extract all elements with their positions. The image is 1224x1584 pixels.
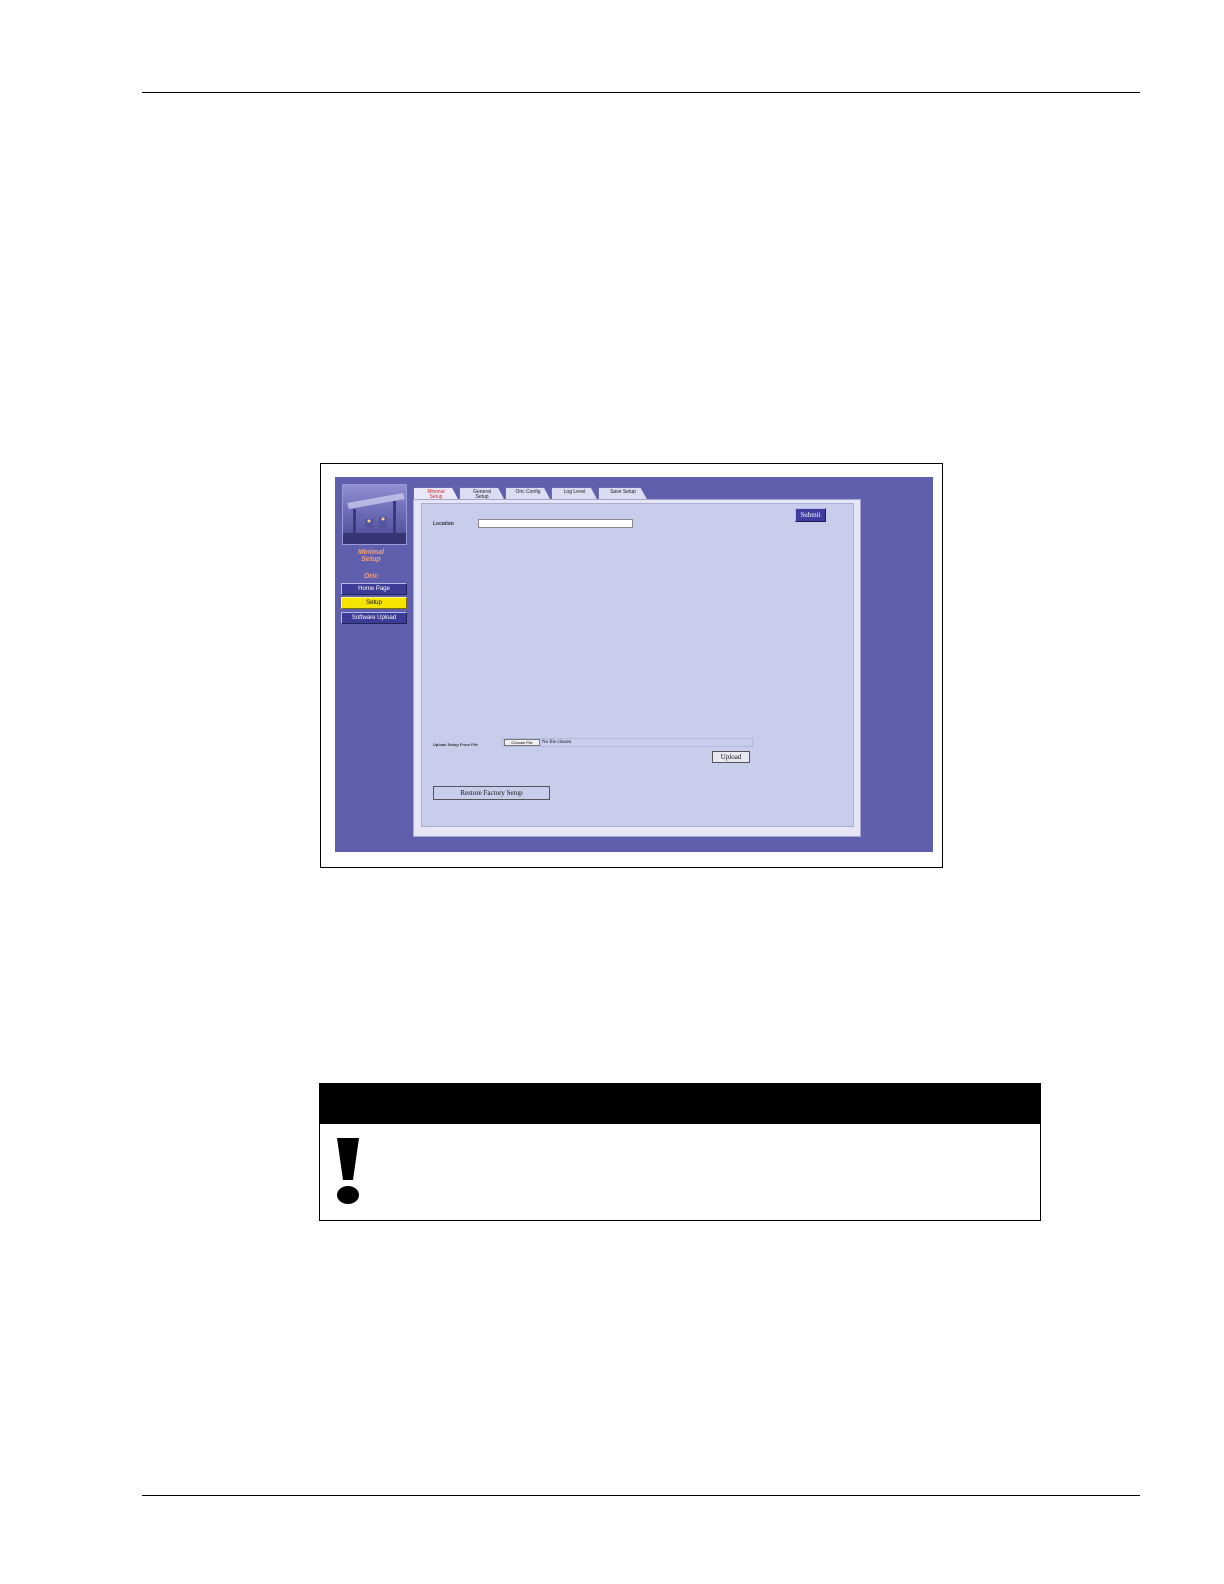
sidebar-title: Minimal Setup (357, 549, 385, 563)
caution-box (319, 1083, 1041, 1221)
choose-file-button[interactable]: Choose File (504, 739, 540, 746)
gas-station-icon (343, 493, 406, 544)
setup-app-screen: Minimal Setup Oric Home Page Setup Softw… (335, 477, 933, 852)
nav-software-upload-button[interactable]: Software Upload (341, 612, 407, 624)
nav-home-page-button[interactable]: Home Page (341, 583, 407, 595)
sidebar: Minimal Setup Oric Home Page Setup Softw… (335, 477, 413, 852)
footer-rule (142, 1495, 1140, 1496)
caution-header-bar (320, 1084, 1040, 1124)
location-input[interactable] (478, 519, 633, 528)
submit-button[interactable]: Submit (795, 508, 826, 522)
upload-button[interactable]: Upload (712, 751, 750, 763)
screenshot-figure: Minimal Setup Oric Home Page Setup Softw… (320, 463, 943, 868)
header-rule (142, 92, 1140, 93)
form-area: Location Submit Upload Setup From File C… (421, 503, 854, 827)
upload-file-field: Choose File No file chosen (502, 738, 753, 747)
gas-station-logo-image (342, 484, 407, 545)
exclamation-icon (337, 1138, 359, 1204)
no-file-chosen-text: No file chosen (542, 740, 572, 745)
location-label: Location (433, 521, 454, 527)
restore-factory-setup-button[interactable]: Restore Factory Setup (433, 786, 550, 800)
content-panel: Location Submit Upload Setup From File C… (413, 499, 861, 837)
upload-setup-label: Upload Setup From File (433, 742, 478, 747)
sidebar-subtitle: Oric (363, 573, 378, 580)
nav-setup-button[interactable]: Setup (341, 597, 407, 609)
